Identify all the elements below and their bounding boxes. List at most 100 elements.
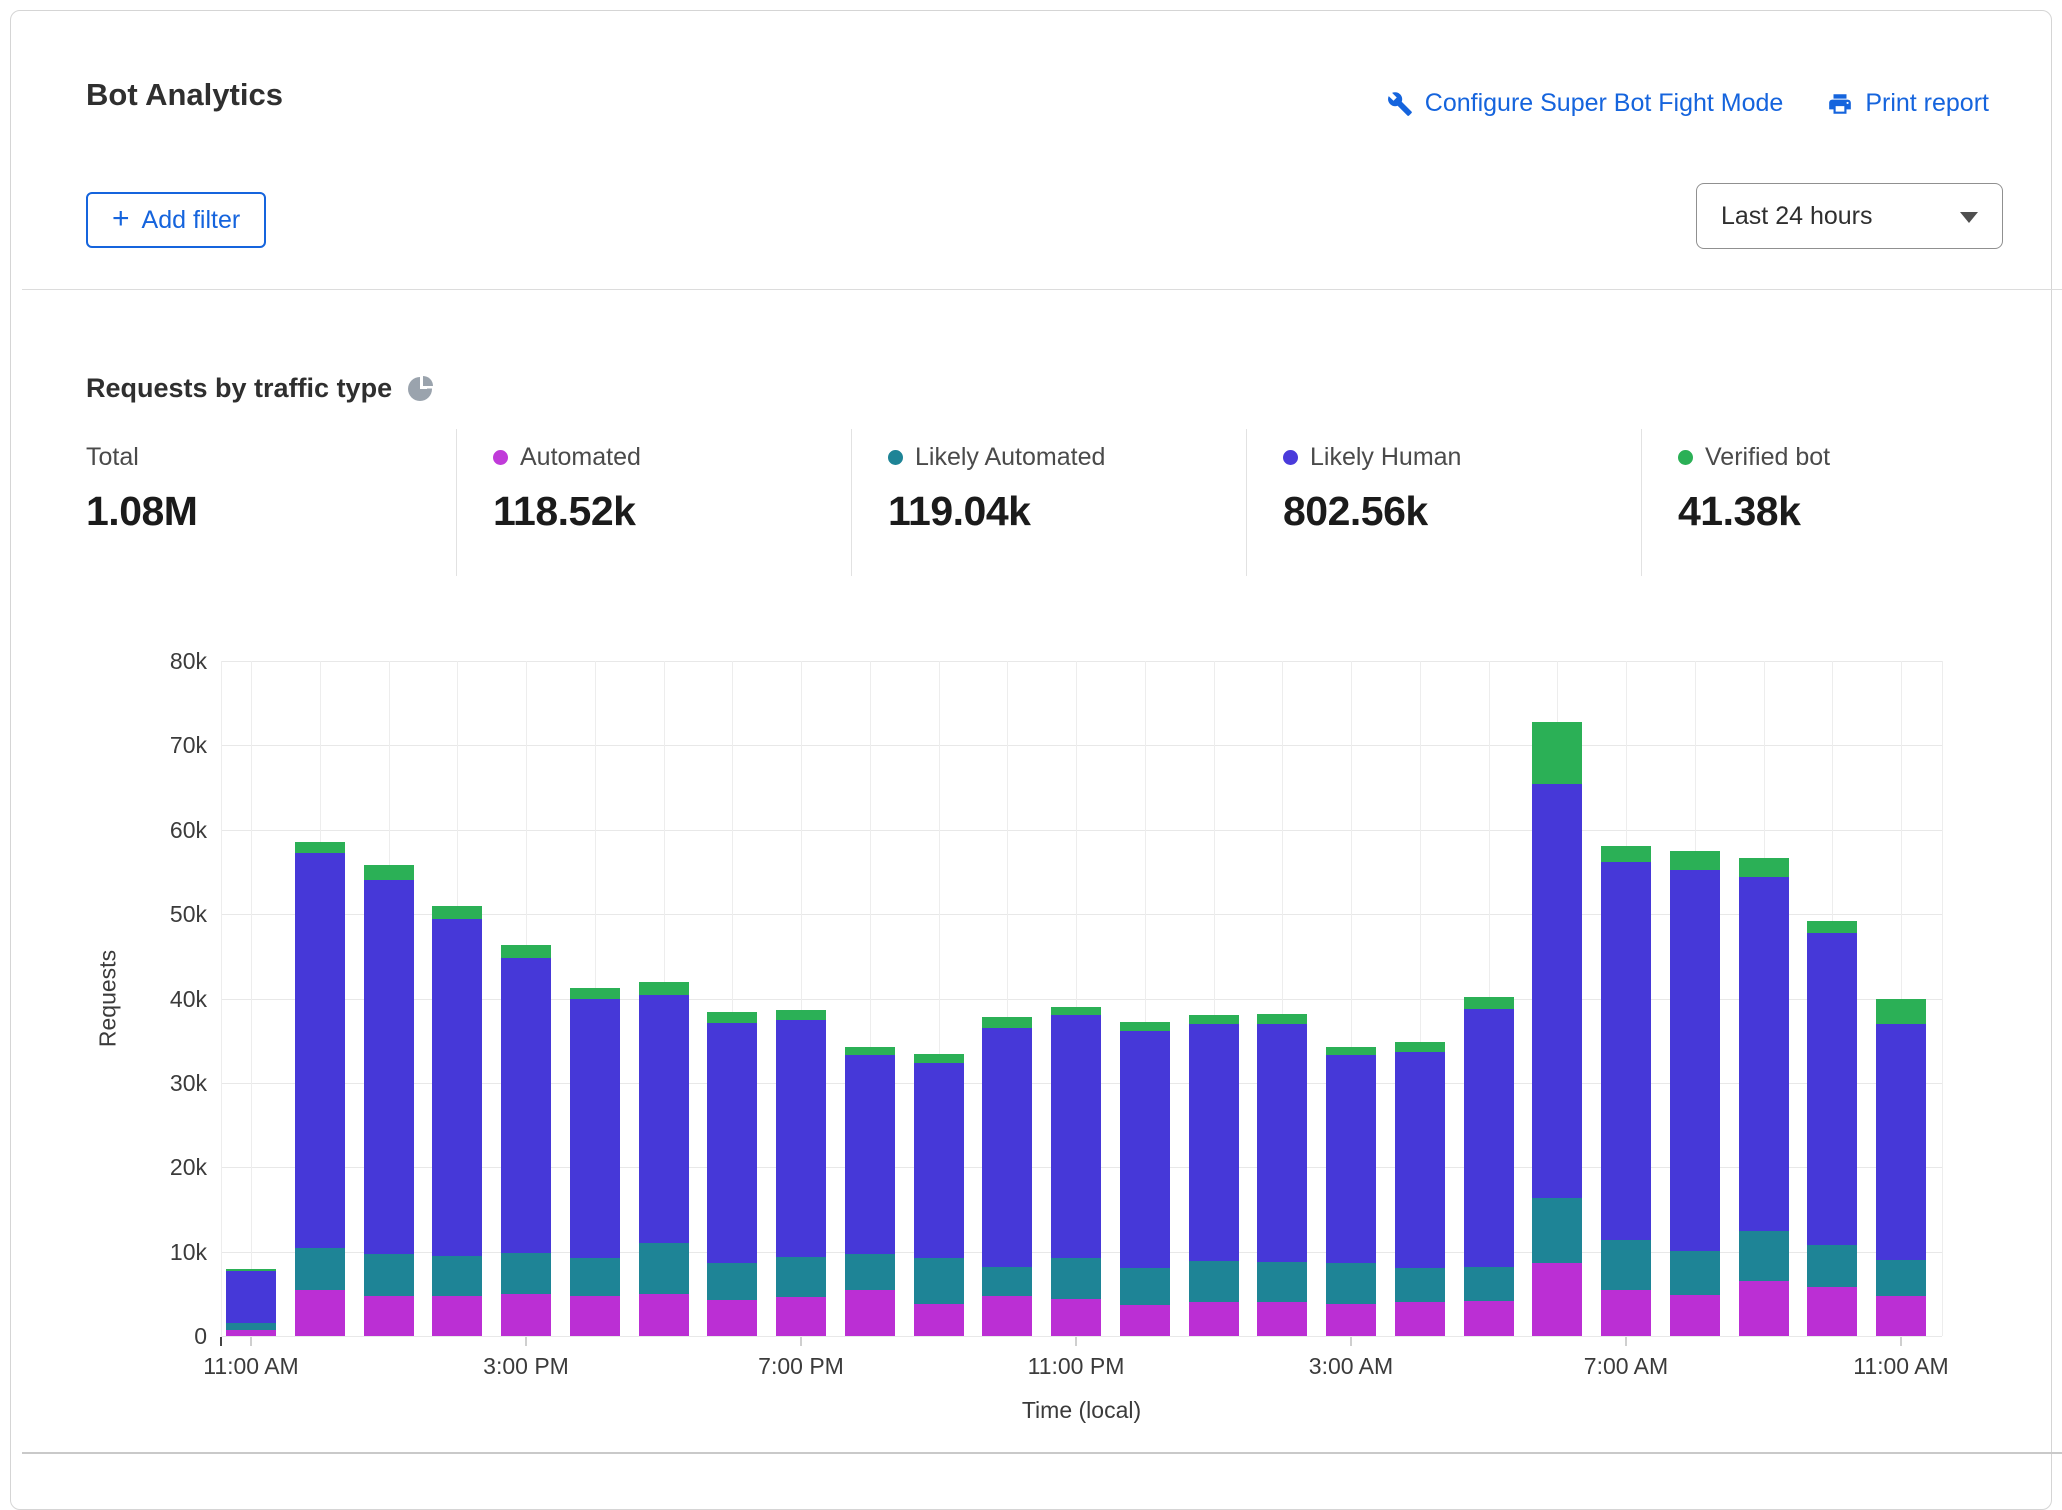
bar-3-00-am[interactable] <box>1326 1047 1376 1336</box>
stat-value: 118.52k <box>493 488 641 535</box>
add-filter-button[interactable]: + Add filter <box>86 192 266 248</box>
bar-segment-automated <box>1532 1263 1582 1336</box>
stat-label: Likely Automated <box>915 443 1105 472</box>
stat-verified-bot[interactable]: Verified bot 41.38k <box>1678 443 1830 535</box>
bar-9-00-am[interactable] <box>1739 858 1789 1336</box>
stat-likely-automated[interactable]: Likely Automated119.04k <box>888 443 1105 535</box>
bar-5-00-am[interactable] <box>1464 997 1514 1336</box>
stat-label: Total <box>86 443 139 472</box>
bar-segment-likely-human <box>1670 870 1720 1251</box>
bar-segment-automated <box>226 1330 276 1336</box>
bar-segment-likely-human <box>1257 1024 1307 1262</box>
bar-segment-automated <box>1670 1295 1720 1336</box>
bar-segment-likely-automated <box>1464 1267 1514 1301</box>
bar-segment-likely-human <box>776 1020 826 1256</box>
x-axis-tick-label: 3:00 AM <box>1261 1353 1441 1380</box>
stat-automated[interactable]: Automated118.52k <box>493 443 641 535</box>
bar-segment-likely-automated <box>1739 1231 1789 1281</box>
bar-4-00-pm[interactable] <box>570 988 620 1336</box>
configure-super-bot-fight-mode-link[interactable]: Configure Super Bot Fight Mode <box>1387 89 1784 118</box>
bar-6-00-pm[interactable] <box>707 1012 757 1336</box>
print-report-link[interactable]: Print report <box>1827 89 1989 118</box>
y-axis-tick-label: 20k <box>137 1154 207 1181</box>
bar-segment-automated <box>1464 1301 1514 1336</box>
y-axis-tick-label: 50k <box>137 901 207 928</box>
bar-10-00-pm[interactable] <box>982 1017 1032 1336</box>
bar-3-00-pm[interactable] <box>501 945 551 1337</box>
bar-segment-likely-human <box>1051 1015 1101 1257</box>
bar-segment-likely-human <box>1120 1031 1170 1268</box>
stat-total[interactable]: Total1.08M <box>86 443 197 535</box>
stat-value: 41.38k <box>1678 488 1830 535</box>
bar-segment-automated <box>776 1297 826 1336</box>
bar-6-00-am[interactable] <box>1532 722 1582 1336</box>
bar-segment-automated <box>1189 1302 1239 1336</box>
bar-9-00-pm[interactable] <box>914 1054 964 1336</box>
y-axis-tick-label: 10k <box>137 1239 207 1266</box>
bar-segment-likely-automated <box>432 1256 482 1296</box>
x-axis-tick <box>1900 1337 1902 1346</box>
bar-segment-likely-automated <box>639 1243 689 1294</box>
bar-segment-automated <box>1739 1281 1789 1336</box>
stat-label: Verified bot <box>1705 443 1830 472</box>
bar-11-00-am[interactable] <box>226 1269 276 1336</box>
time-range-value: Last 24 hours <box>1721 202 1873 231</box>
stat-divider <box>1641 429 1642 576</box>
gridline-h <box>221 830 1942 831</box>
bar-segment-verified-bot <box>639 982 689 995</box>
bar-segment-automated <box>432 1296 482 1337</box>
bar-segment-likely-automated <box>1601 1240 1651 1290</box>
bar-segment-likely-automated <box>982 1267 1032 1296</box>
bar-11-00-pm[interactable] <box>1051 1007 1101 1336</box>
legend-dot-icon <box>493 450 508 465</box>
bar-1-00-pm[interactable] <box>364 865 414 1336</box>
bar-12-00-am[interactable] <box>1120 1022 1170 1336</box>
bar-segment-automated <box>501 1294 551 1336</box>
stat-likely-human[interactable]: Likely Human 802.56k <box>1283 443 1461 535</box>
bar-segment-verified-bot <box>1189 1015 1239 1023</box>
x-axis-tick-label: 11:00 AM <box>161 1353 341 1380</box>
gridline-h <box>221 1336 1942 1337</box>
bar-segment-verified-bot <box>432 906 482 920</box>
bar-7-00-pm[interactable] <box>776 1010 826 1336</box>
bar-segment-automated <box>845 1290 895 1336</box>
bar-8-00-pm[interactable] <box>845 1047 895 1336</box>
bar-segment-likely-human <box>1395 1052 1445 1268</box>
bar-2-00-am[interactable] <box>1257 1014 1307 1336</box>
time-range-select[interactable]: Last 24 hours <box>1696 183 2003 249</box>
bar-segment-likely-human <box>1464 1009 1514 1267</box>
legend-dot-icon <box>888 450 903 465</box>
stat-value: 802.56k <box>1283 488 1461 535</box>
bar-segment-automated <box>1120 1305 1170 1336</box>
bar-segment-likely-automated <box>1326 1263 1376 1304</box>
x-axis-tick-label: 7:00 AM <box>1536 1353 1716 1380</box>
x-axis-origin-tick <box>220 1337 222 1346</box>
bar-1-00-am[interactable] <box>1189 1015 1239 1336</box>
bar-segment-likely-automated <box>776 1257 826 1298</box>
bar-segment-verified-bot <box>914 1054 964 1062</box>
bar-segment-likely-automated <box>226 1323 276 1330</box>
bar-segment-likely-human <box>639 995 689 1243</box>
bar-segment-likely-automated <box>501 1253 551 1294</box>
bar-7-00-am[interactable] <box>1601 846 1651 1336</box>
bar-segment-likely-human <box>1532 784 1582 1197</box>
bar-4-00-am[interactable] <box>1395 1042 1445 1336</box>
bar-segment-verified-bot <box>1120 1022 1170 1030</box>
bar-segment-automated <box>364 1296 414 1337</box>
bar-2-00-pm[interactable] <box>432 906 482 1336</box>
bar-segment-verified-bot <box>295 842 345 852</box>
bar-segment-likely-automated <box>1876 1260 1926 1295</box>
bar-12-00-pm[interactable] <box>295 842 345 1336</box>
stat-label-row: Verified bot <box>1678 443 1830 472</box>
gridline-h <box>221 661 1942 662</box>
bar-segment-likely-human <box>1189 1024 1239 1261</box>
bar-5-00-pm[interactable] <box>639 982 689 1336</box>
bar-segment-automated <box>1876 1296 1926 1337</box>
bar-11-00-am[interactable] <box>1876 999 1926 1336</box>
bar-segment-likely-automated <box>1670 1251 1720 1295</box>
chevron-down-icon <box>1960 212 1978 223</box>
stat-divider <box>456 429 457 576</box>
bar-8-00-am[interactable] <box>1670 851 1720 1336</box>
bar-10-00-am[interactable] <box>1807 921 1857 1336</box>
stat-label: Likely Human <box>1310 443 1461 472</box>
